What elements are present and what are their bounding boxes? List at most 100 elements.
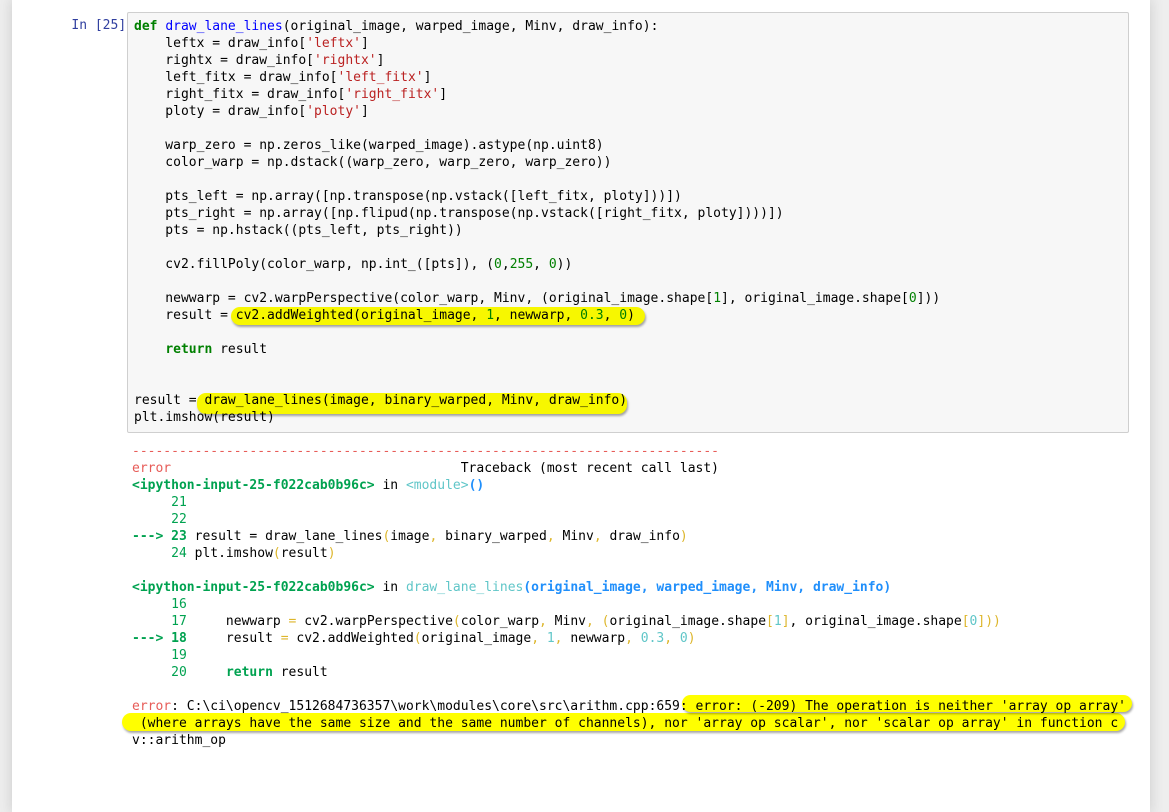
code-line: newwarp = cv2.warpPerspective(color_warp… bbox=[134, 290, 940, 307]
code-token: , bbox=[501, 257, 510, 272]
code-token: original_image.shape bbox=[797, 614, 962, 629]
code-token: ] bbox=[360, 104, 369, 119]
code-token: binary_warped bbox=[437, 529, 547, 544]
code-token: ) bbox=[679, 529, 688, 544]
code-token: 19 bbox=[132, 648, 187, 663]
code-token: , bbox=[531, 631, 540, 646]
code-token: ], original_image.shape[ bbox=[721, 291, 909, 306]
output-line: <ipython-input-25-f022cab0b96c> in <modu… bbox=[132, 477, 1126, 494]
code-token: right_fitx = draw_info[ bbox=[134, 87, 346, 102]
code-token: 22 bbox=[132, 512, 187, 527]
code-token: , bbox=[625, 631, 633, 646]
highlight-error-1 bbox=[682, 695, 1132, 712]
code-token: def bbox=[134, 19, 158, 34]
highlight-addweighted bbox=[231, 307, 645, 325]
code-token: newwarp bbox=[194, 614, 289, 629]
code-line: return result bbox=[134, 341, 940, 358]
code-token: cv2.addWeighted bbox=[288, 631, 414, 646]
code-token: ) bbox=[687, 631, 696, 646]
code-token: leftx = draw_info[ bbox=[134, 36, 307, 51]
output-line: v::arithm_op bbox=[132, 732, 1126, 749]
code-line: def draw_lane_lines(original_image, warp… bbox=[134, 18, 940, 35]
code-token: result = draw_lane_lines bbox=[194, 529, 383, 544]
code-token: pts_right = np.array([np.flipud(np.trans… bbox=[134, 206, 784, 221]
output-line: error Traceback (most recent call last) bbox=[132, 460, 1126, 477]
code-line: color_warp = np.dstack((warp_zero, warp_… bbox=[134, 154, 940, 171]
code-token: return bbox=[165, 342, 213, 357]
output-line: 22 bbox=[132, 511, 1126, 528]
code-editor[interactable]: def draw_lane_lines(original_image, warp… bbox=[134, 18, 940, 426]
code-token: newwarp = cv2.warpPerspective(color_warp… bbox=[134, 291, 714, 306]
input-prompt: In [25]: bbox=[71, 18, 134, 33]
code-token: original_image.shape bbox=[609, 614, 767, 629]
code-token: ----------------------------------------… bbox=[132, 444, 719, 459]
code-line: rightx = draw_info['rightx'] bbox=[134, 52, 940, 69]
code-token: Minv bbox=[546, 614, 586, 629]
code-token: , bbox=[546, 529, 555, 544]
code-token: ] bbox=[439, 87, 448, 102]
code-token: ] bbox=[781, 614, 790, 629]
code-token: plt.imshow bbox=[194, 546, 273, 561]
code-line: pts_right = np.array([np.flipud(np.trans… bbox=[134, 205, 940, 222]
code-token: 1 bbox=[713, 291, 722, 306]
code-token: 1 bbox=[773, 614, 782, 629]
code-token: ] bbox=[360, 36, 369, 51]
output-line: 16 bbox=[132, 596, 1126, 613]
code-token: ) bbox=[327, 546, 336, 561]
code-token: (original_image, warped_image, Minv, dra… bbox=[523, 580, 892, 595]
code-token: [ bbox=[961, 614, 970, 629]
code-token: left_fitx = draw_info[ bbox=[134, 70, 338, 85]
code-token: , bbox=[593, 529, 602, 544]
code-token: [ bbox=[766, 614, 774, 629]
code-token: newwarp bbox=[562, 631, 626, 646]
code-token: cv2.warpPerspective bbox=[296, 614, 453, 629]
code-token: result bbox=[212, 342, 268, 357]
code-token: 255 bbox=[509, 257, 534, 272]
code-token: , bbox=[586, 614, 594, 629]
code-token: draw_lane_lines bbox=[405, 580, 524, 595]
code-token: () bbox=[468, 478, 485, 493]
code-token: Minv bbox=[554, 529, 594, 544]
code-token: 1 bbox=[546, 631, 555, 646]
code-token: 0 bbox=[679, 631, 688, 646]
code-token: 'leftx' bbox=[306, 36, 361, 51]
output-line: 17 newwarp = cv2.warpPerspective(color_w… bbox=[132, 613, 1126, 630]
code-token: pts = np.hstack((pts_left, pts_right)) bbox=[134, 223, 463, 238]
code-token: ---> 23 bbox=[132, 529, 195, 544]
code-token: ] bbox=[376, 53, 385, 68]
code-token: ---> 18 bbox=[132, 631, 195, 646]
code-token: 'left_fitx' bbox=[337, 70, 424, 85]
code-token: = bbox=[280, 631, 289, 646]
code-token: 0.3 bbox=[640, 631, 665, 646]
code-token: 16 bbox=[132, 597, 187, 612]
code-token: in bbox=[374, 580, 406, 595]
code-token: <ipython-input-25-f022cab0b96c> bbox=[132, 478, 375, 493]
code-token: )) bbox=[556, 257, 573, 272]
code-token: cv2.fillPoly(color_warp, np.int_([pts]),… bbox=[134, 257, 495, 272]
output-line: ---> 23 result = draw_lane_lines(image, … bbox=[132, 528, 1126, 545]
code-token: in bbox=[374, 478, 406, 493]
code-line: ploty = draw_info['ploty'] bbox=[134, 103, 940, 120]
highlight-call bbox=[197, 393, 627, 414]
output-line: <ipython-input-25-f022cab0b96c> in draw_… bbox=[132, 579, 1126, 596]
code-token: Traceback (most recent call last) bbox=[171, 461, 720, 476]
code-line: left_fitx = draw_info['left_fitx'] bbox=[134, 69, 940, 86]
code-token: image bbox=[390, 529, 430, 544]
highlight-error-2 bbox=[122, 713, 1125, 731]
code-token: (original_image, warped_image, Minv, dra… bbox=[282, 19, 659, 34]
code-token: result bbox=[272, 665, 328, 680]
code-token: 'right_fitx' bbox=[345, 87, 440, 102]
code-token: ] bbox=[423, 70, 432, 85]
code-cell-input[interactable]: def draw_lane_lines(original_image, warp… bbox=[127, 12, 1129, 433]
code-token: return bbox=[225, 665, 273, 680]
code-line: leftx = draw_info['leftx'] bbox=[134, 35, 940, 52]
code-token: ( bbox=[413, 631, 422, 646]
code-token: , bbox=[539, 614, 547, 629]
code-token: 'rightx' bbox=[314, 53, 377, 68]
code-token: <module> bbox=[405, 478, 469, 493]
code-line: cv2.fillPoly(color_warp, np.int_([pts]),… bbox=[134, 256, 940, 273]
